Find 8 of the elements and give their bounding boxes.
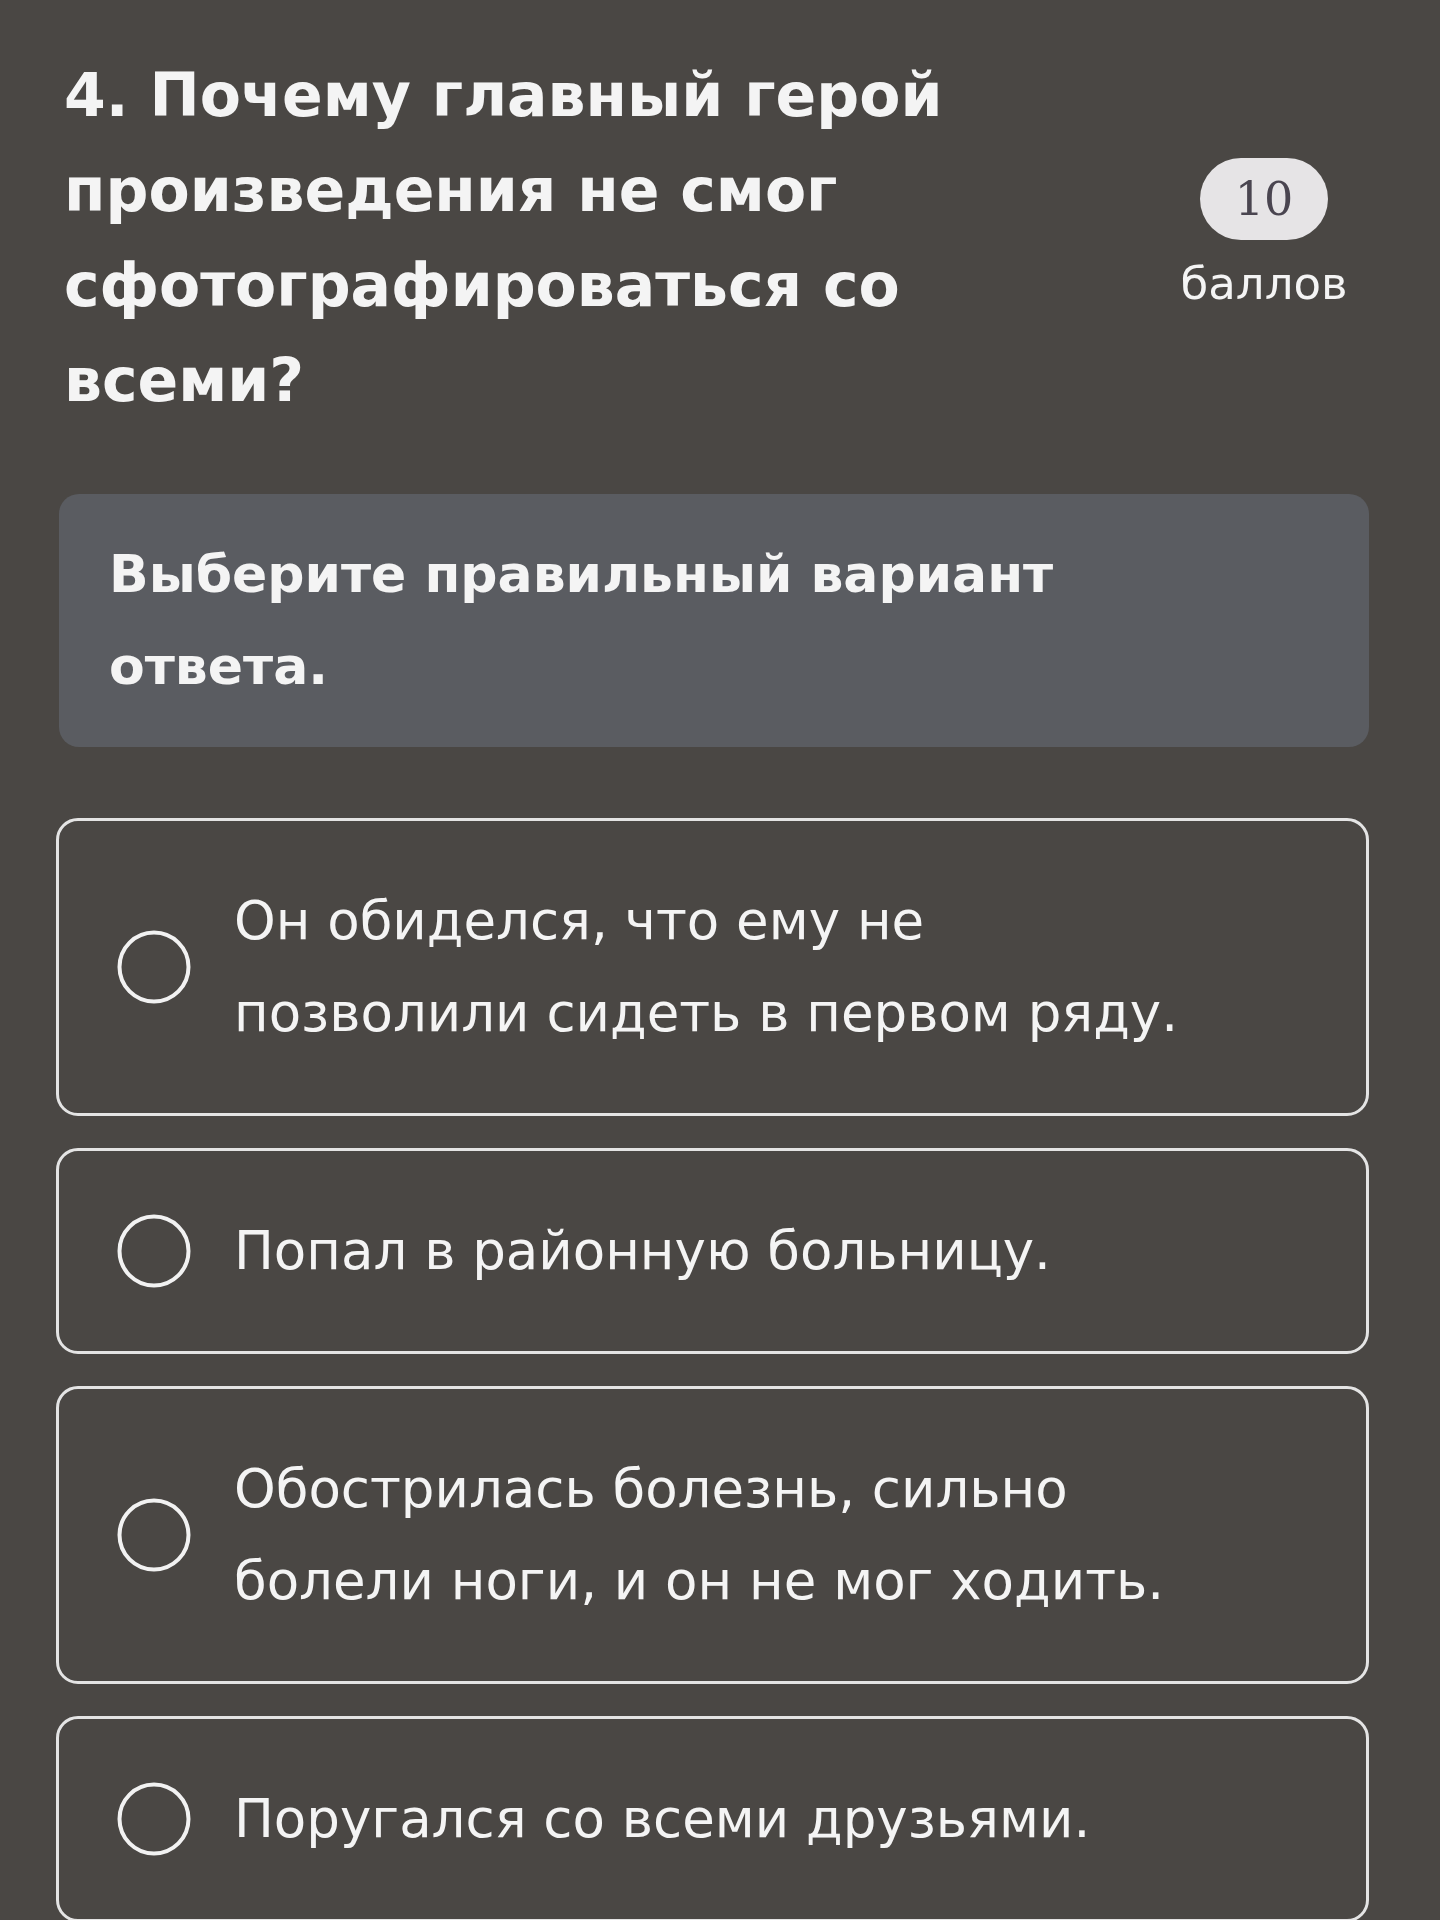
answer-option[interactable]: Поругался со всеми друзьями. [56, 1716, 1369, 1920]
instruction-text: Выберите правильный вариант ответа. [109, 543, 1055, 698]
answer-option[interactable]: Попал в районную больницу. [56, 1148, 1369, 1354]
answer-option[interactable]: Обострилась болезнь, сильно болели ноги, и он не мог ходить. [56, 1386, 1369, 1684]
points-label: баллов [1180, 258, 1348, 310]
points-badge: 10 [1200, 158, 1328, 240]
answer-option[interactable]: Он обиделся, что ему не позволили сидеть в первом ряду. [56, 818, 1369, 1116]
question-title: 4. Почему главный герой произведения не смог сфотографироваться со всеми? [63, 59, 944, 417]
